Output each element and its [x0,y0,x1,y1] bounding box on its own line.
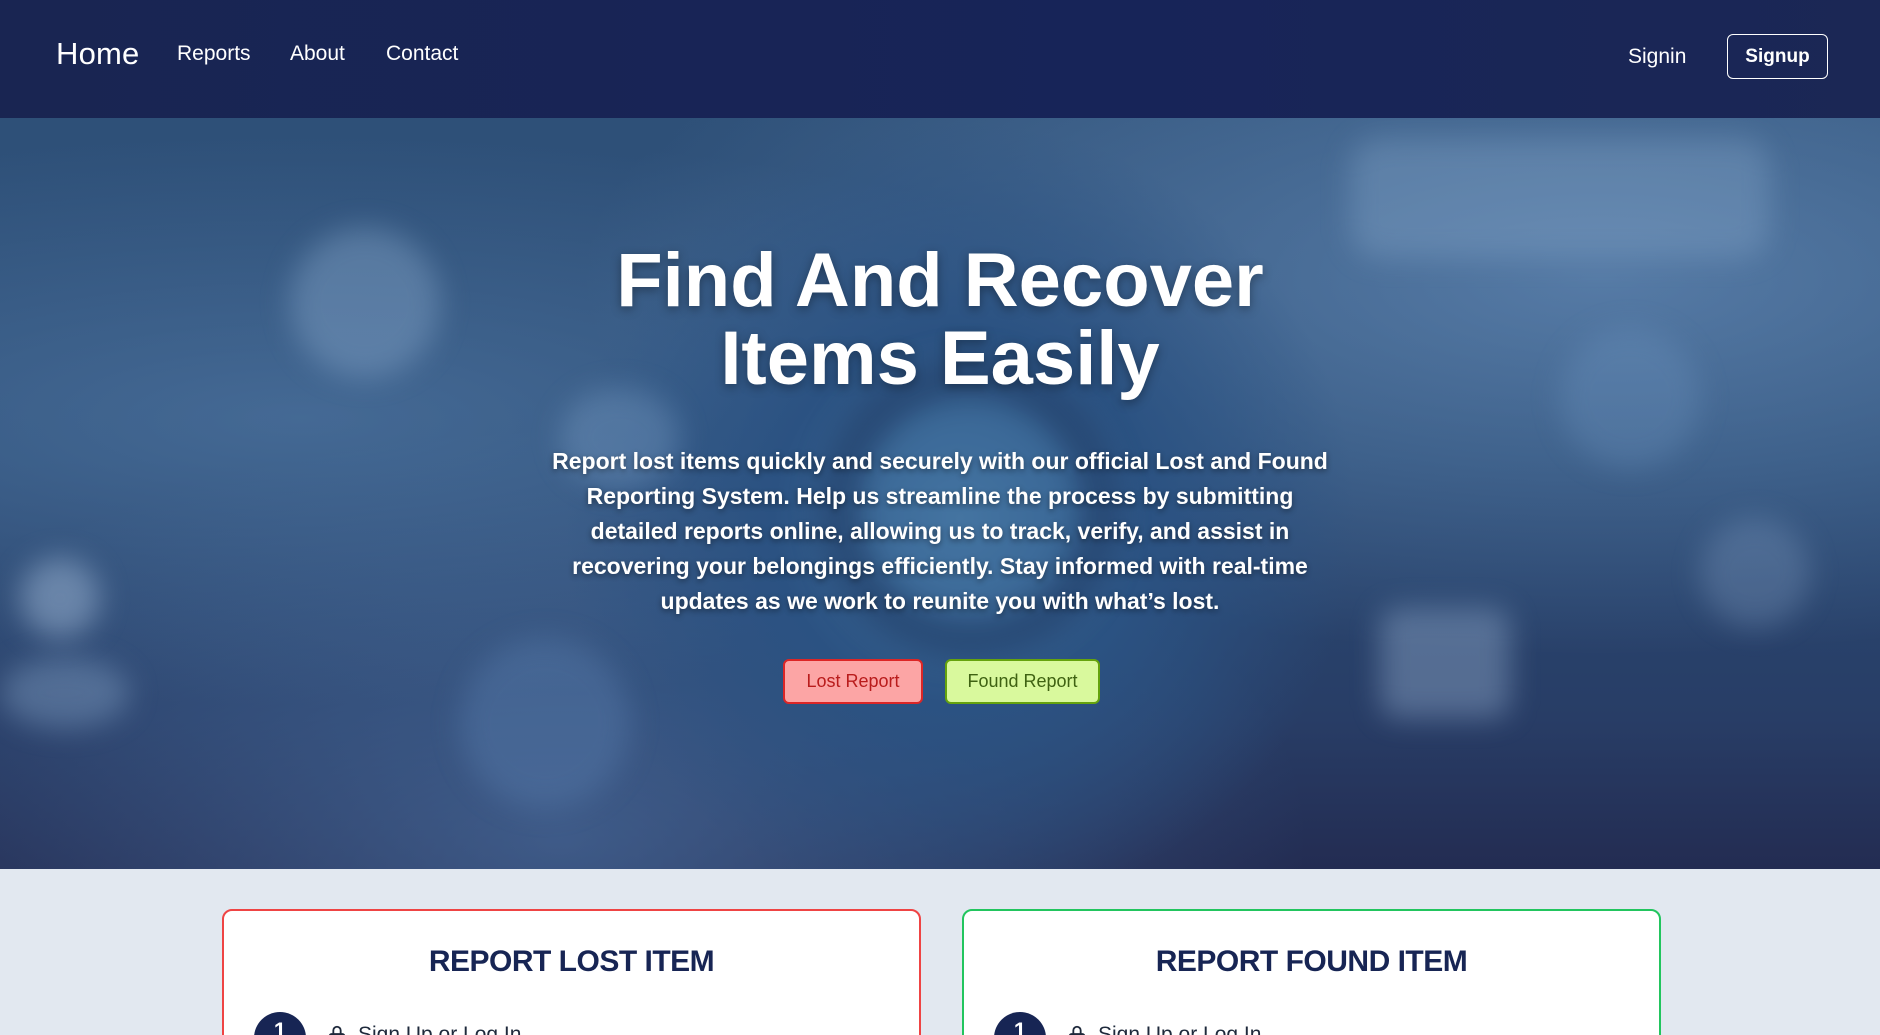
signin-link[interactable]: Signin [1628,45,1686,69]
lock-icon [1068,1025,1086,1035]
signup-button[interactable]: Signup [1727,34,1828,79]
nav-reports-link[interactable]: Reports [177,42,251,66]
hero-title-line1: Find And Recover [616,238,1264,323]
lost-report-button[interactable]: Lost Report [783,659,923,704]
nav-home-link[interactable]: Home [56,36,140,72]
hero-title: Find And Recover Items Easily [0,242,1880,398]
nav-about-link[interactable]: About [290,42,345,66]
report-found-title: REPORT FOUND ITEM [1155,945,1468,978]
step-number-badge: 1 [994,1012,1046,1035]
found-report-button[interactable]: Found Report [945,659,1100,704]
step-text: Sign Up or Log In [358,1023,522,1035]
hero-section: Find And Recover Items Easily Report los… [0,118,1880,869]
hero-title-line2: Items Easily [720,316,1160,401]
report-lost-card: REPORT LOST ITEM 1 Sign Up or Log In [222,909,921,1035]
report-lost-title: REPORT LOST ITEM [428,945,715,978]
hero-description: Report lost items quickly and securely w… [552,448,1328,614]
step-number-badge: 1 [254,1012,306,1035]
nav-contact-link[interactable]: Contact [386,42,458,66]
navbar: Home Reports About Contact Signin Signup [0,0,1880,118]
step-text: Sign Up or Log In [1098,1023,1262,1035]
lock-icon [328,1025,346,1035]
report-found-card: REPORT FOUND ITEM 1 Sign Up or Log In [962,909,1661,1035]
